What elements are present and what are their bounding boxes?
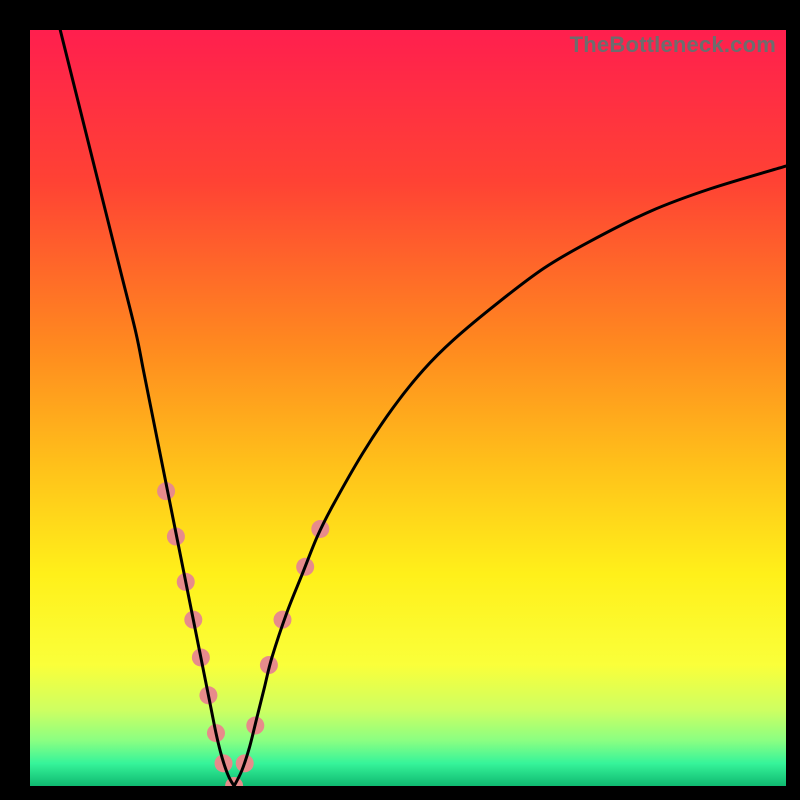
curve-left bbox=[60, 30, 234, 786]
chart-svg bbox=[30, 30, 786, 786]
curve-right bbox=[234, 166, 786, 786]
watermark-text: TheBottleneck.com bbox=[570, 32, 776, 58]
markers-group bbox=[157, 482, 329, 786]
chart-frame: TheBottleneck.com bbox=[0, 0, 800, 800]
plot-area: TheBottleneck.com bbox=[30, 30, 786, 786]
